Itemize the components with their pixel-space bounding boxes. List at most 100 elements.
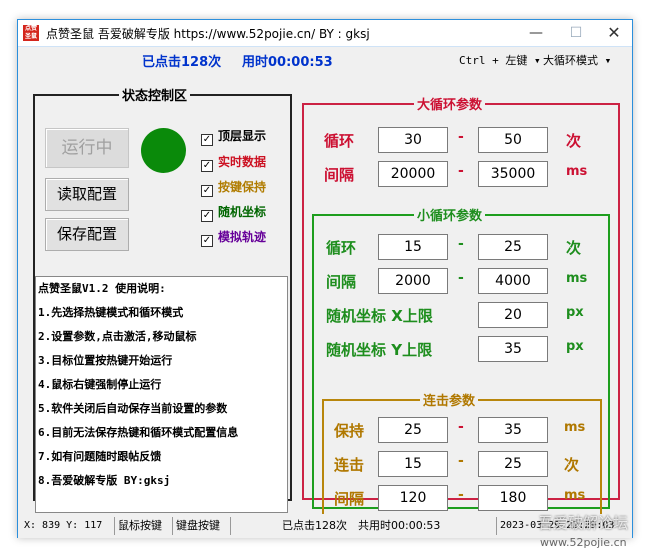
small-loop-count-unit: 次: [566, 239, 582, 257]
big-loop-min-input[interactable]: 30: [378, 127, 448, 153]
status-divider: [230, 517, 231, 535]
big-loop-count-unit: 次: [566, 132, 582, 150]
range-dash: -: [458, 163, 464, 179]
notes-line: 7.如有问题随时跟帖反馈: [38, 450, 162, 463]
click-interval-min-input[interactable]: 120: [378, 485, 448, 511]
random-y-label: 随机坐标 Y上限: [326, 341, 433, 359]
mouse-hotkey-status: 鼠标按键: [118, 519, 162, 532]
big-loop-interval-row: 间隔 20000 - 35000 ms: [304, 161, 618, 187]
small-loop-interval-label: 间隔: [326, 273, 357, 291]
checkbox-check-icon: ✓: [201, 185, 213, 197]
clicks-min-input[interactable]: 15: [378, 451, 448, 477]
range-dash: -: [458, 270, 464, 286]
status-divider: [114, 517, 115, 535]
hold-row: 保持 25 - 35 ms: [324, 417, 600, 443]
notes-line: 1.先选择热键模式和循环模式: [38, 306, 184, 319]
big-loop-count-row: 循环 30 - 50 次: [304, 127, 618, 153]
small-interval-max-input[interactable]: 4000: [478, 268, 548, 294]
random-y-input[interactable]: 35: [478, 336, 548, 362]
combo-click-title: 连击参数: [423, 394, 476, 409]
usage-notes-text[interactable]: 点赞圣鼠V1.2 使用说明: 1.先选择热键模式和循环模式 2.设置参数,点击激…: [35, 276, 288, 513]
random-x-input[interactable]: 20: [478, 302, 548, 328]
small-loop-count-row: 循环 15 - 25 次: [314, 234, 608, 260]
small-loop-max-input[interactable]: 25: [478, 234, 548, 260]
elapsed-time-label: 用时00:00:53: [242, 55, 333, 70]
forum-watermark: 吾爱破解论坛: [538, 514, 629, 532]
cursor-coords: X: 839 Y: 117: [24, 520, 103, 531]
checkbox-label: 随机坐标: [218, 205, 267, 219]
random-coord-checkbox[interactable]: ✓ 随机坐标: [201, 203, 266, 222]
clicks-max-input[interactable]: 25: [478, 451, 548, 477]
topmost-checkbox[interactable]: ✓ 顶层显示: [201, 127, 266, 146]
notes-line: 8.吾爱破解专版 BY:gksj: [38, 474, 171, 487]
big-loop-count-label: 循环: [324, 132, 355, 150]
clicks-label: 连击: [334, 456, 365, 474]
hold-min-input[interactable]: 25: [378, 417, 448, 443]
key-hold-checkbox[interactable]: ✓ 按键保持: [201, 178, 266, 197]
app-icon: 点赞圣鼠: [23, 25, 39, 41]
status-total-time: 共用时00:00:53: [358, 519, 441, 532]
status-indicator-light: [141, 128, 186, 173]
run-button[interactable]: 运行中: [45, 128, 129, 168]
big-interval-max-input[interactable]: 35000: [478, 161, 548, 187]
keyboard-hotkey-status: 键盘按键: [176, 519, 220, 532]
checkbox-check-icon: ✓: [201, 210, 213, 222]
combo-click-panel: 连击参数 保持 25 - 35 ms 连击 15 - 25 次 间隔 120 -…: [322, 390, 602, 518]
checkbox-label: 实时数据: [218, 155, 267, 169]
big-loop-max-input[interactable]: 50: [478, 127, 548, 153]
status-divider: [496, 517, 497, 535]
random-y-row: 随机坐标 Y上限 35 px: [314, 336, 608, 362]
checkbox-label: 顶层显示: [218, 129, 267, 143]
click-interval-row: 间隔 120 - 180 ms: [324, 485, 600, 511]
notes-line: 4.鼠标右键强制停止运行: [38, 378, 162, 391]
hold-max-input[interactable]: 35: [478, 417, 548, 443]
big-interval-unit: ms: [566, 164, 588, 179]
random-x-row: 随机坐标 X上限 20 px: [314, 302, 608, 328]
hold-label: 保持: [334, 422, 365, 440]
click-interval-max-input[interactable]: 180: [478, 485, 548, 511]
checkbox-check-icon: ✓: [201, 235, 213, 247]
clicks-unit: 次: [564, 456, 580, 474]
notes-line: 6.目前无法保存热键和循环模式配置信息: [38, 426, 239, 439]
read-config-button[interactable]: 读取配置: [45, 178, 129, 211]
close-button[interactable]: ✕: [594, 20, 634, 47]
range-dash: -: [458, 236, 464, 252]
click-count-label: 已点击128次: [142, 55, 222, 70]
small-loop-title: 小循环参数: [417, 209, 483, 224]
status-divider: [172, 517, 173, 535]
checkbox-label: 模拟轨迹: [218, 230, 267, 244]
checkbox-label: 按键保持: [218, 180, 267, 194]
checkbox-check-icon: ✓: [201, 134, 213, 146]
hotkey-select[interactable]: Ctrl + 左键 ▾: [459, 52, 541, 68]
big-loop-panel: 大循环参数 循环 30 - 50 次 间隔 20000 - 35000 ms 小…: [302, 94, 620, 518]
big-interval-min-input[interactable]: 20000: [378, 161, 448, 187]
top-info-bar: 已点击128次 用时00:00:53 Ctrl + 左键 ▾ 大循环模式 ▾: [18, 48, 632, 72]
small-loop-interval-row: 间隔 2000 - 4000 ms: [314, 268, 608, 294]
small-loop-count-label: 循环: [326, 239, 357, 257]
notes-line: 2.设置参数,点击激活,移动鼠标: [38, 330, 197, 343]
clicks-row: 连击 15 - 25 次: [324, 451, 600, 477]
forum-watermark-url: www.52pojie.cn: [540, 536, 627, 549]
range-dash: -: [458, 453, 464, 469]
title-bar[interactable]: 点赞圣鼠 点赞圣鼠 吾爱破解专版 https://www.52pojie.cn/…: [18, 20, 632, 47]
notes-line: 3.目标位置按热键开始运行: [38, 354, 173, 367]
state-control-title: 状态控制区: [122, 89, 188, 104]
small-interval-min-input[interactable]: 2000: [378, 268, 448, 294]
big-loop-interval-label: 间隔: [324, 166, 355, 184]
range-dash: -: [458, 487, 464, 503]
click-interval-label: 间隔: [334, 490, 365, 508]
range-dash: -: [458, 419, 464, 435]
random-x-unit: px: [566, 305, 584, 320]
loop-mode-select[interactable]: 大循环模式 ▾: [543, 52, 611, 68]
small-loop-min-input[interactable]: 15: [378, 234, 448, 260]
save-config-button[interactable]: 保存配置: [45, 218, 129, 251]
click-interval-unit: ms: [564, 488, 586, 503]
small-loop-panel: 小循环参数 循环 15 - 25 次 间隔 2000 - 4000 ms 随机坐…: [312, 205, 610, 518]
window-title: 点赞圣鼠 吾爱破解专版 https://www.52pojie.cn/ BY :…: [46, 27, 370, 41]
small-interval-unit: ms: [566, 271, 588, 286]
realtime-data-checkbox[interactable]: ✓ 实时数据: [201, 153, 266, 172]
maximize-button[interactable]: ☐: [556, 20, 596, 47]
simulate-path-checkbox[interactable]: ✓ 模拟轨迹: [201, 228, 266, 247]
app-window: 点赞圣鼠 点赞圣鼠 吾爱破解专版 https://www.52pojie.cn/…: [17, 19, 633, 538]
minimize-button[interactable]: —: [516, 20, 556, 47]
